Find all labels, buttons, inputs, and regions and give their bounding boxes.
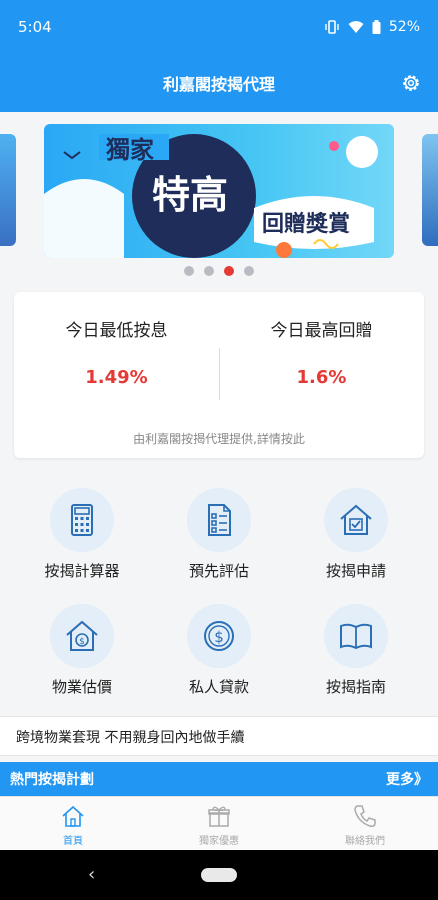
vibrate-icon (325, 20, 339, 34)
carousel-dot[interactable] (184, 266, 194, 276)
wifi-icon (348, 21, 364, 33)
svg-text:$: $ (79, 637, 85, 647)
hot-plans-header: 熱門按揭計劃 更多》 (0, 762, 438, 796)
service-mortgage-calculator[interactable]: 按揭計算器 (14, 474, 150, 586)
carousel-dot[interactable] (244, 266, 254, 276)
hot-plans-title: 熱門按揭計劃 (10, 772, 94, 788)
news-ticker[interactable]: 跨境物業套現 不用親身回內地做手續 (0, 716, 438, 756)
carousel-dot[interactable] (204, 266, 214, 276)
tab-label: 獨家優惠 (199, 836, 239, 847)
gear-icon[interactable] (400, 72, 422, 94)
tab-exclusive-offers[interactable]: 獨家優惠 (146, 797, 292, 850)
service-pre-assessment[interactable]: 預先評估 (151, 474, 287, 586)
service-label: 物業估價 (51, 678, 112, 696)
rates-details-link[interactable]: 由利嘉閣按揭代理提供,詳情按此 (14, 430, 424, 447)
services-grid: 按揭計算器 預先評估 按揭申請 $ 物業估價 $ 私人貸款 按揭指南 (14, 474, 424, 714)
service-label: 按揭計算器 (44, 562, 120, 580)
highest-rebate-label: 今日最高回贈 (270, 321, 373, 341)
home-icon (62, 805, 84, 827)
service-label: 按揭指南 (325, 678, 386, 696)
service-label: 預先評估 (188, 562, 249, 580)
tab-home[interactable]: 首頁 (0, 797, 146, 850)
status-time: 5:04 (18, 18, 52, 36)
carousel-prev-card[interactable] (0, 134, 16, 246)
lowest-rate-label: 今日最低按息 (65, 321, 168, 341)
service-label: 私人貸款 (188, 678, 249, 696)
tab-contact-us[interactable]: 聯絡我們 (292, 797, 438, 850)
service-personal-loan[interactable]: $ 私人貸款 (151, 590, 287, 702)
house-check-icon (340, 504, 372, 535)
banner-text-reward: 回贈獎賞 (262, 212, 351, 237)
promo-carousel[interactable]: 獨家 特高 回贈獎賞 (0, 112, 438, 282)
lowest-rate-block: 今日最低按息 1.49% (14, 316, 219, 388)
page-title: 利嘉閣按揭代理 (162, 75, 275, 94)
status-bar: 5:04 52% (0, 0, 438, 54)
service-mortgage-guide[interactable]: 按揭指南 (288, 590, 424, 702)
carousel-indicator (0, 266, 438, 276)
carousel-dot-active[interactable] (224, 266, 234, 276)
app-header: 利嘉閣按揭代理 (0, 54, 438, 112)
banner-text-high: 特高 (152, 173, 229, 217)
service-label: 按揭申請 (325, 562, 386, 580)
rates-card[interactable]: 今日最低按息 1.49% 今日最高回贈 1.6% 由利嘉閣按揭代理提供,詳情按此 (14, 292, 424, 458)
service-property-valuation[interactable]: $ 物業估價 (14, 590, 150, 702)
book-icon (340, 623, 372, 650)
service-mortgage-application[interactable]: 按揭申請 (288, 474, 424, 586)
banner-text-exclusive: 獨家 (106, 136, 154, 164)
svg-text:$: $ (214, 628, 224, 646)
calculator-icon (71, 504, 93, 536)
battery-icon (372, 20, 381, 34)
phone-icon (354, 805, 376, 827)
checklist-icon (208, 504, 231, 536)
highest-rebate-value: 1.6% (296, 367, 347, 388)
system-nav-bar: ‹ (0, 850, 438, 900)
promo-banner[interactable]: 獨家 特高 回贈獎賞 (44, 124, 394, 258)
back-icon[interactable]: ‹ (88, 864, 95, 885)
lowest-rate-value: 1.49% (85, 367, 148, 388)
carousel-next-card[interactable] (422, 134, 438, 246)
highest-rebate-block: 今日最高回贈 1.6% (219, 316, 424, 388)
home-pill-icon[interactable] (201, 868, 237, 882)
news-ticker-text: 跨境物業套現 不用親身回內地做手續 (16, 730, 245, 746)
more-link[interactable]: 更多》 (386, 769, 428, 789)
tab-label: 聯絡我們 (345, 836, 385, 847)
tab-label: 首頁 (63, 836, 83, 847)
battery-percent: 52% (388, 19, 420, 35)
house-dollar-icon: $ (66, 620, 98, 651)
gift-icon (208, 806, 230, 827)
coin-dollar-icon: $ (204, 621, 234, 651)
bottom-tab-bar: 首頁 獨家優惠 聯絡我們 (0, 796, 438, 850)
status-icons: 52% (324, 19, 420, 35)
